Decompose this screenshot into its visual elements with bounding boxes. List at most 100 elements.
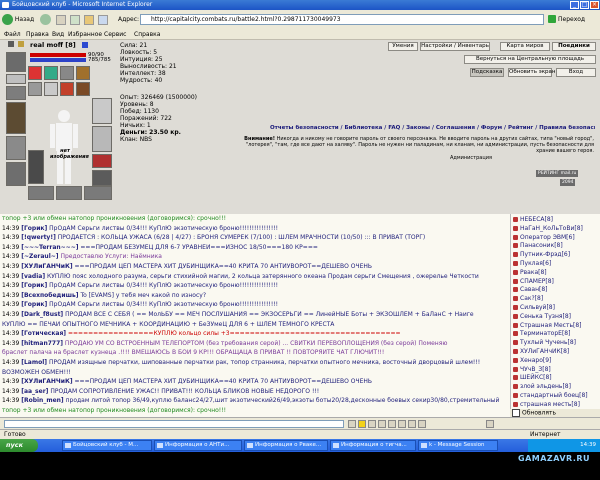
skills-button[interactable]: Умения [388,42,418,51]
online-user[interactable]: злой эльдень[8] [513,383,571,390]
potion-slot-1[interactable] [28,186,54,200]
online-user[interactable]: Страшная Месть[8] [513,322,581,329]
private-icon[interactable] [513,217,518,222]
menu-view[interactable]: Вид [52,31,64,38]
world-map-button[interactable]: Карта миров [500,42,550,51]
online-user[interactable]: Тухлый Чучень[8] [513,339,576,346]
private-icon[interactable] [513,234,518,240]
private-icon[interactable] [513,340,518,346]
online-user[interactable]: стандартный боец[8] [513,392,588,399]
online-user[interactable]: Сильвуй[8] [513,304,555,311]
history-icon[interactable] [398,420,406,428]
online-user[interactable]: ШЕЙКС[8] [513,374,552,381]
refresh-screen-button[interactable]: Обновить экран [508,68,556,77]
central-square-button[interactable]: Вернуться на Центральную площадь [464,55,596,64]
online-user[interactable]: Рвака[8] [513,269,547,276]
private-icon[interactable] [513,278,518,284]
chat-time[interactable]: 14:39 [2,397,19,404]
chat-time[interactable]: 14:39 [2,253,19,260]
private-icon[interactable] [513,357,518,363]
chat-time[interactable]: 14:39 [2,330,19,337]
armor-slot[interactable] [6,136,26,160]
chat-window[interactable]: топор +3 или обмен натопор проникновения… [0,214,510,417]
visits-counter[interactable]: 2094 [560,179,576,186]
helmet-slot[interactable] [6,52,26,72]
maximize-button[interactable]: □ [580,1,589,9]
chat-nick[interactable]: [Robin_men] [21,397,63,404]
private-icon[interactable] [513,401,518,407]
chat-nick[interactable]: [Lamol] [21,359,47,366]
chat-time[interactable]: 14:39 [2,244,19,251]
chat-nick[interactable]: [hitman777] [21,340,63,347]
private-icon[interactable] [513,313,518,319]
rune-slot-1[interactable] [28,66,42,80]
chat-nick[interactable]: [!qwerty!] [21,234,56,241]
online-user[interactable]: Пуклая[6] [513,260,551,267]
online-list[interactable]: НЕБЕСА[8] НаГаН_КоЛьТоВи[8] Оператор ЭВМ[6… [510,214,600,409]
task-info-2[interactable]: Информация о Рваке... [244,440,328,451]
online-user[interactable]: НаГаН_КоЛьТоВи[8] [513,225,583,232]
auto-refresh-toggle[interactable]: Обновлять автоматически [512,409,598,425]
menu-file[interactable]: Файл [4,31,21,38]
ring-slot-3[interactable] [60,82,74,96]
task-info-3[interactable]: Информация о тигча... [330,440,416,451]
sound-icon[interactable] [418,420,426,428]
online-user[interactable]: Панасоник[8] [513,242,563,249]
smile-icon[interactable] [358,420,366,428]
info-icon[interactable] [82,42,88,48]
cloak-slot[interactable] [28,150,44,184]
chat-nick[interactable]: [Горик] [21,301,47,308]
chat-nick[interactable]: [~~~Terran~~~] [21,244,78,251]
chat-nick[interactable]: [vadia] [21,273,45,280]
potion-slot-2[interactable] [56,186,82,200]
search-icon[interactable] [98,15,108,25]
belt-slot[interactable] [6,162,26,186]
battles-button[interactable]: Поединки [552,42,596,51]
private-icon[interactable] [513,269,518,275]
weapon-slot[interactable] [6,102,26,134]
private-icon[interactable] [513,375,518,381]
boots-slot[interactable] [92,170,112,186]
online-user[interactable]: Оператор ЭВМ[6] [513,234,575,241]
chat-nick[interactable]: [Dark_f8ust] [21,311,63,318]
private-icon[interactable] [513,296,518,302]
chat-input[interactable] [4,420,344,428]
exit-icon[interactable] [486,420,494,428]
clear-icon[interactable] [368,420,376,428]
online-user[interactable]: Саван[8] [513,286,548,293]
start-button[interactable]: пуск [0,439,38,452]
private-icon[interactable] [513,305,518,310]
amulet-slot[interactable] [6,86,26,100]
private-icon[interactable] [513,225,518,231]
chat-nick[interactable]: [Готическая] [21,330,66,337]
filter-icon[interactable] [378,420,386,428]
refresh-button[interactable] [70,15,80,25]
settings-inventory-button[interactable]: Настройки / Инвентарь [420,42,490,51]
character-name[interactable]: real moff [30,41,63,49]
menu-tools[interactable]: Сервис [104,31,126,38]
go-button[interactable]: Переход [548,14,585,25]
rune-slot-4[interactable] [76,66,90,80]
hint-button[interactable]: Подсказка [470,68,504,77]
chat-time[interactable]: 14:39 [2,359,19,366]
chat-time[interactable]: 14:39 [2,388,19,395]
online-user[interactable]: ЧУчВ_З[8] [513,366,551,373]
private-icon[interactable] [513,243,518,249]
chat-time[interactable]: 14:39 [2,311,19,318]
online-user[interactable]: ТерминаторЕ[8] [513,330,570,337]
potion-slot-3[interactable] [84,186,112,200]
private-icon[interactable] [513,252,518,258]
mute-icon[interactable] [408,420,416,428]
close-button[interactable]: × [590,1,599,9]
chat-nick[interactable]: [~Zeraul~] [21,253,58,260]
stop-button[interactable] [56,15,66,25]
online-user[interactable]: ХУЛиГАНчИК[8] [513,348,569,355]
task-message[interactable]: k - Message Session [418,440,498,451]
chat-nick[interactable]: [Всехпобедишь] [21,292,78,299]
menu-favorites[interactable]: Избранное [68,31,102,38]
online-user[interactable]: Сак?[8] [513,295,543,302]
gloves-slot[interactable] [92,98,112,124]
online-user[interactable]: Хенаро[9] [513,357,551,364]
address-input[interactable]: http://capitalcity.combats.ru/battle2.ht… [140,14,544,25]
chat-time[interactable]: 14:39 [2,301,19,308]
